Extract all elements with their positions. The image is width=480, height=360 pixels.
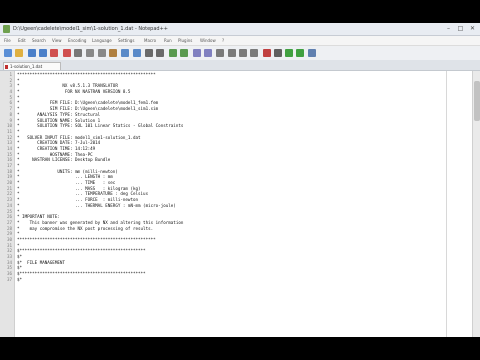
menu-item[interactable]: Macro (144, 36, 156, 45)
macro-play-icon[interactable] (285, 49, 294, 57)
sync-v-icon[interactable] (192, 49, 201, 57)
sync-h-icon[interactable] (203, 49, 212, 57)
copy-icon[interactable] (97, 49, 106, 57)
menu-item[interactable]: Run (164, 36, 172, 45)
file-tab[interactable]: 1-solution_1.dat (3, 62, 61, 70)
open-icon[interactable] (15, 49, 24, 57)
tab-strip: 1-solution_1.dat (0, 60, 480, 71)
save-icon[interactable] (27, 49, 36, 57)
macro-record-icon[interactable] (262, 49, 271, 57)
menu-item[interactable]: Edit (18, 36, 26, 45)
menu-bar: File Edit Search View Encoding Language Settin… (0, 36, 480, 45)
save-all-icon[interactable] (39, 49, 47, 57)
undo-icon[interactable] (121, 49, 130, 57)
zoom-out-icon[interactable] (180, 49, 189, 57)
indent-guide-icon[interactable] (238, 49, 247, 57)
toolbar (0, 45, 480, 61)
menu-item[interactable]: Plugins (178, 36, 192, 45)
minimize-button[interactable]: – (443, 23, 454, 34)
menu-item[interactable]: Settings (118, 36, 134, 45)
scrollbar-thumb[interactable] (474, 81, 480, 121)
new-icon[interactable] (4, 49, 12, 57)
word-wrap-icon[interactable] (216, 49, 225, 57)
file-tab-label: 1-solution_1.dat (10, 64, 43, 69)
menu-item[interactable]: Search (32, 36, 46, 45)
menu-item[interactable]: View (52, 36, 62, 45)
app-icon (3, 25, 10, 33)
replace-icon[interactable] (156, 49, 165, 57)
paste-icon[interactable] (109, 49, 117, 57)
close-all-icon[interactable] (62, 49, 71, 57)
window-title: D:\Ugeen\cadelete\model1_sim\1-solution_… (13, 26, 168, 32)
menu-item[interactable]: Language (92, 36, 112, 45)
code-line: 37 $* (0, 277, 446, 283)
close-icon[interactable] (50, 49, 59, 57)
macro-save-icon[interactable] (307, 49, 316, 57)
all-chars-icon[interactable] (227, 49, 236, 57)
title-bar: D:\Ugeen\cadelete\model1_sim\1-solution_… (0, 23, 480, 36)
line-text: $* (17, 276, 23, 282)
menu-item[interactable]: File (4, 36, 11, 45)
line-number: 37 (6, 276, 12, 282)
close-window-button[interactable]: ✕ (467, 23, 478, 34)
lang-icon[interactable] (250, 49, 259, 57)
cut-icon[interactable] (86, 49, 95, 57)
print-icon[interactable] (74, 49, 82, 57)
menu-item[interactable]: Window (200, 36, 216, 45)
macro-stop-icon[interactable] (273, 49, 282, 57)
edge-margin-line (446, 71, 447, 337)
editor-lines: 1 ***************************************… (0, 72, 446, 282)
notepad-window: D:\Ugeen\cadelete\model1_sim\1-solution_… (0, 23, 480, 337)
redo-icon[interactable] (132, 49, 141, 57)
vertical-scrollbar[interactable] (472, 71, 480, 337)
menu-item[interactable]: Encoding (68, 36, 86, 45)
macro-run-icon[interactable] (296, 49, 305, 57)
zoom-in-icon[interactable] (168, 49, 177, 57)
menu-item[interactable]: ? (222, 36, 224, 45)
find-icon[interactable] (145, 49, 154, 57)
unsaved-indicator-icon (5, 65, 8, 69)
editor-area[interactable]: 1 ***************************************… (0, 71, 472, 337)
maximize-button[interactable]: □ (455, 23, 466, 34)
